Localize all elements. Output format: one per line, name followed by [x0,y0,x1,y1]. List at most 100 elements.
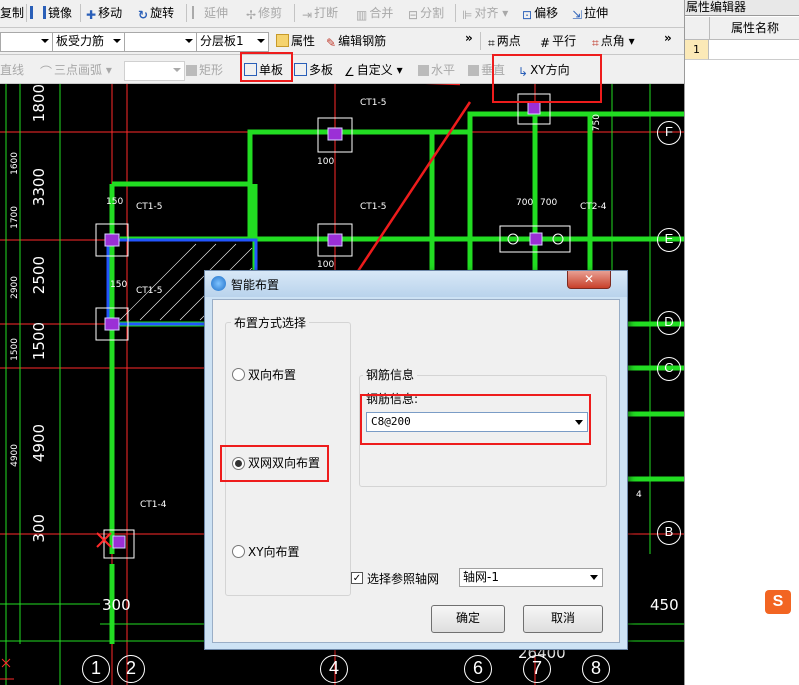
merge-label: 合并 [369,6,394,20]
custom-button[interactable]: ∠ 自定义 ▾ [344,60,403,80]
property-row-cell[interactable] [709,40,799,60]
toolbar-overflow-button-2[interactable]: » [664,31,672,45]
mirror-button[interactable]: 镜像 [30,3,72,23]
dim-small-2: 1700 [10,206,20,229]
rect-label: 矩形 [199,63,224,77]
line-button[interactable]: 直线 [0,60,24,80]
split-icon: ⊟ [408,8,419,22]
property-column-header: 属性名称 [709,17,799,40]
trim-label: 修剪 [258,6,283,20]
two-points-button[interactable]: ⌗ 两点 [488,31,521,51]
mirror-icon [30,6,46,19]
custom-label: 自定义 [356,63,393,77]
merge-icon: ▥ [356,8,368,22]
ref-axis-checkbox[interactable]: ✓ [351,572,363,584]
chevron-down-icon [113,39,121,43]
properties-button[interactable]: 属性 [276,31,315,51]
axis-bubble: F [657,121,681,145]
break-button[interactable]: ⇥ 打断 [302,3,338,23]
copy-button[interactable]: 复制 [0,3,24,23]
layout-method-group-title: 布置方式选择 [231,314,310,331]
rect-icon [186,65,197,76]
separator [186,4,187,22]
highlight-xy-direction [492,54,602,103]
edit-rebar-button[interactable]: ✎ 编辑钢筋 [326,31,386,51]
radio-bidirectional[interactable] [232,368,245,381]
chevron-down-icon [41,39,49,43]
chevron-down-icon[interactable] [590,575,598,580]
component-label: CT1-4 [140,500,167,510]
ok-button[interactable]: 确定 [431,605,505,633]
property-editor-title: 属性编辑器 [685,0,799,16]
component-name-select[interactable] [124,32,197,52]
offset-button[interactable]: ⊡ 偏移 [522,3,558,23]
dim-small-5: 4900 [10,444,20,467]
chevron-down-icon [257,39,265,43]
ime-logo-icon[interactable]: S [765,590,791,614]
close-icon: ✕ [583,272,595,286]
axis-bubble: C [657,357,681,381]
separator [294,4,295,22]
cancel-button[interactable]: 取消 [523,605,603,633]
axis-bubble: E [657,228,681,252]
rotate-button[interactable]: ↻ 旋转 [138,3,174,23]
component-type-select[interactable]: 板受力筋 [52,32,125,52]
align-icon: ⊫ [462,8,473,22]
axis-bubble: 1 [82,655,110,683]
vertical-icon [468,65,479,76]
component-label: CT1-5 [360,98,387,108]
radio-bidirectional-label[interactable]: 双向布置 [248,366,296,383]
split-button[interactable]: ⊟ 分割 [408,3,444,23]
move-label: 移动 [98,6,123,20]
trim-icon: ✢ [246,8,257,22]
dim-small-1: 1600 [10,152,20,175]
arc-icon: ⌒ [40,65,53,79]
point-angle-button[interactable]: ⌗ 点角 ▾ [592,31,635,51]
dialog-titlebar[interactable]: 智能布置 ✕ [205,271,627,297]
dim-small-4: 1500 [10,338,20,361]
dim-misc-750: 750 [592,114,602,132]
ref-axis-value: 轴网-1 [463,570,499,584]
stretch-button[interactable]: ⇲ 拉伸 [572,3,608,23]
radio-xy-direction-label[interactable]: XY向布置 [248,543,300,560]
dim-misc-100a: 100 [317,157,335,167]
break-label: 打断 [314,6,339,20]
align-button[interactable]: ⊫ 对齐 ▾ [462,3,508,23]
ref-axis-select[interactable]: 轴网-1 [459,568,603,587]
parallel-label: 平行 [552,34,577,48]
dim-misc-700a: 700 [516,198,534,208]
highlight-rebar-input [360,394,591,445]
parallel-button[interactable]: # 平行 [540,31,576,51]
rect-button[interactable]: 矩形 [186,60,223,80]
extend-label: 延伸 [204,6,229,20]
extend-button[interactable]: 延伸 [192,3,228,23]
horizontal-button[interactable]: 水平 [418,60,455,80]
element-type-select[interactable] [0,32,53,52]
move-button[interactable]: ✚ 移动 [86,3,122,23]
extend-icon [192,6,202,19]
highlight-single-slab [240,52,293,82]
arc-button[interactable]: ⌒ 三点画弧 ▾ [40,60,112,80]
ucs-marker [0,658,14,680]
component-label: CT1-5 [360,202,387,212]
layer-select[interactable]: 分层板1 [196,32,269,52]
pencil-icon: ✎ [326,36,337,50]
radio-xy-direction[interactable] [232,545,245,558]
trim-button[interactable]: ✢ 修剪 [246,3,282,23]
component-label: CT1-5 [136,202,163,212]
dim-bottom-2: 450 [650,596,679,614]
parallel-icon: # [540,36,551,50]
chevron-down-icon [185,39,193,43]
toolbar-overflow-button[interactable]: » [465,31,473,45]
ref-axis-label[interactable]: 选择参照轴网 [367,570,439,587]
dialog-close-button[interactable]: ✕ [567,271,611,289]
two-points-label: 两点 [496,34,521,48]
highlight-double-net-option [220,445,329,482]
merge-button[interactable]: ▥ 合并 [356,3,393,23]
component-label: CT1-5 [136,286,163,296]
custom-icon: ∠ [344,65,355,79]
draw-mode-select[interactable] [124,61,185,81]
break-icon: ⇥ [302,8,313,22]
multi-slab-button[interactable]: 多板 [294,60,333,80]
dim-misc-700b: 700 [540,198,558,208]
